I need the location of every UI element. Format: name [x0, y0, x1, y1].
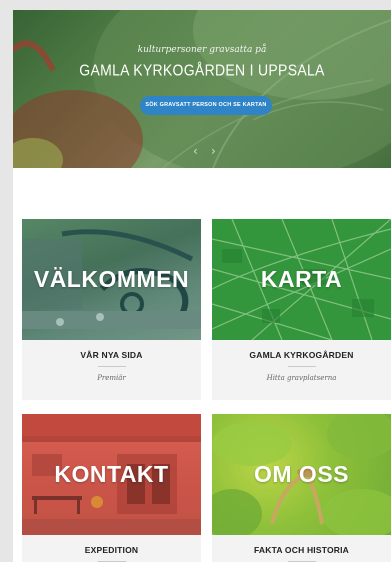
card-karta[interactable]: KARTA GAMLA KYRKOGÅRDEN Hitta gravplatse… — [212, 219, 391, 400]
search-person-button[interactable]: SÖK GRAVSATT PERSON OCH SE KARTAN — [140, 96, 272, 115]
card-image-map[interactable]: KARTA — [212, 219, 391, 340]
slider-next-icon[interactable]: › — [211, 144, 216, 158]
page: kulturpersoner gravsatta på GAMLA KYRKOG… — [13, 10, 391, 562]
card-title[interactable]: EXPEDITION — [22, 545, 201, 555]
card-divider — [97, 366, 126, 367]
card-title[interactable]: GAMLA KYRKOGÅRDEN — [212, 350, 391, 360]
card-title[interactable]: FAKTA OCH HISTORIA — [212, 545, 391, 555]
hero-title: GAMLA KYRKOGÅRDEN I UPPSALA — [79, 60, 325, 80]
card-note: Premiär — [97, 374, 126, 382]
card-om-oss[interactable]: OM OSS FAKTA OCH HISTORIA — [212, 414, 391, 562]
hero-banner: kulturpersoner gravsatta på GAMLA KYRKOG… — [13, 10, 391, 168]
card-image-label: VÄLKOMMEN — [33, 266, 190, 292]
hero-subtitle: kulturpersoner gravsatta på — [137, 45, 267, 55]
card-divider — [287, 366, 316, 367]
card-title[interactable]: VÅR NYA SIDA — [22, 350, 201, 360]
card-image-leaves[interactable]: OM OSS — [212, 414, 391, 535]
card-image-label: OM OSS — [253, 461, 349, 487]
card-note: Hitta gravplatserna — [266, 374, 337, 382]
slider-prev-icon[interactable]: ‹ — [193, 144, 198, 158]
card-kontakt[interactable]: KONTAKT EXPEDITION — [22, 414, 201, 562]
card-valkommen[interactable]: VÄLKOMMEN VÅR NYA SIDA Premiär — [22, 219, 201, 400]
card-image-label: KONTAKT — [54, 461, 169, 487]
card-image-label: KARTA — [260, 266, 343, 292]
card-image-building[interactable]: KONTAKT — [22, 414, 201, 535]
card-image-bench[interactable]: VÄLKOMMEN — [22, 219, 201, 340]
